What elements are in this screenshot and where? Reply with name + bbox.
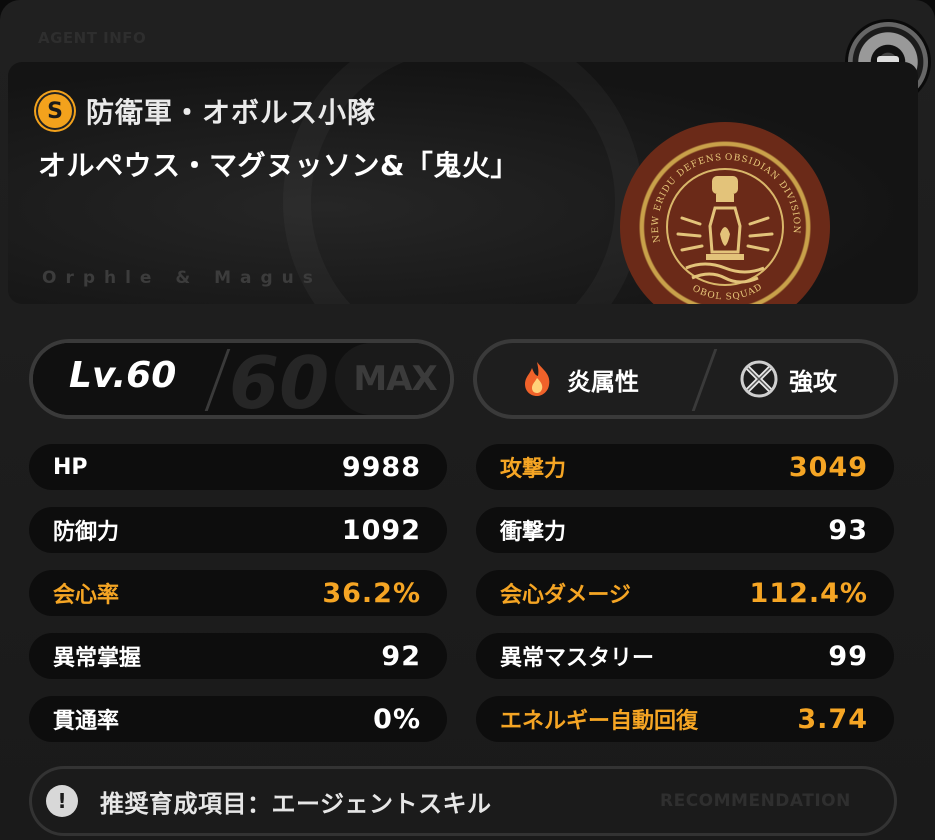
- specialty-label: 強攻: [789, 367, 837, 396]
- agent-info-panel: AGENT INFO S 防衛軍・オボルス小隊 オルペウス・マグヌッソン&「鬼火…: [0, 0, 935, 840]
- stat-name: 会心率: [53, 583, 120, 608]
- stat-value: 112.4%: [749, 577, 868, 609]
- stat-value: 0%: [373, 703, 421, 735]
- stat-name: 異常マスタリー: [500, 646, 655, 671]
- svg-text:NEW ERIDU DEFENSE FORCE: NEW ERIDU DEFENSE FORCE: [620, 122, 723, 243]
- stat-value: 93: [828, 514, 868, 546]
- stat-value: 36.2%: [322, 577, 421, 609]
- stat-value: 99: [828, 640, 868, 672]
- stat-row-pen-ratio: 貫通率 0%: [29, 696, 447, 742]
- agent-name: オルペウス・マグヌッソン&「鬼火」: [38, 149, 519, 182]
- stat-name: HP: [53, 454, 88, 480]
- stat-value: 92: [381, 640, 421, 672]
- recommendation-tag: RECOMMENDATION: [660, 791, 851, 811]
- rank-s-icon: S: [38, 94, 72, 128]
- stat-name: 防御力: [53, 520, 120, 545]
- emblem-text-left: NEW ERIDU DEFENSE FORCE: [620, 122, 722, 243]
- level-display: Lv.60 60 MAX: [29, 339, 454, 419]
- agent-info-card: S 防衛軍・オボルス小隊 オルペウス・マグヌッソン&「鬼火」 Orphle & …: [8, 62, 918, 304]
- svg-text:OBSIDIAN DIVISION: OBSIDIAN DIVISION: [725, 153, 801, 235]
- stat-name: 会心ダメージ: [500, 583, 631, 608]
- stat-row-crit-damage: 会心ダメージ 112.4%: [476, 570, 894, 616]
- faction-name: 防衛軍・オボルス小隊: [86, 96, 377, 129]
- recommendation-bar[interactable]: ! 推奨育成項目：エージェントスキル RECOMMENDATION: [29, 766, 897, 836]
- faction-emblem: NEW ERIDU DEFENSE FORCE OBSIDIAN DIVISIO…: [620, 122, 830, 304]
- stat-row-anomaly-proficiency: 異常掌握 92: [29, 633, 447, 679]
- attribute-divider: [691, 349, 718, 411]
- alert-icon: !: [46, 785, 78, 817]
- specialty-attribute: 強攻: [739, 343, 837, 415]
- stat-name: エネルギー自動回復: [500, 709, 699, 734]
- section-tag: AGENT INFO: [38, 29, 147, 47]
- stat-name: 貫通率: [53, 709, 120, 734]
- emblem-text-right: OBSIDIAN DIVISION: [725, 153, 800, 235]
- stat-name: 衝撃力: [500, 520, 567, 545]
- stat-row-attack: 攻撃力 3049: [476, 444, 894, 490]
- stat-name: 異常掌握: [53, 646, 142, 671]
- element-label: 炎属性: [567, 367, 639, 396]
- strike-icon: [739, 359, 779, 399]
- stat-value: 9988: [341, 451, 421, 483]
- element-attribute: 炎属性: [517, 343, 639, 415]
- stat-row-energy-regen: エネルギー自動回復 3.74: [476, 696, 894, 742]
- stat-value: 3049: [788, 451, 868, 483]
- agent-roman-name: Orphle & Magus: [42, 268, 322, 288]
- max-badge: MAX: [335, 343, 450, 415]
- stat-row-defense: 防御力 1092: [29, 507, 447, 553]
- fire-icon: [517, 359, 557, 399]
- stat-row-crit-rate: 会心率 36.2%: [29, 570, 447, 616]
- stat-row-impact: 衝撃力 93: [476, 507, 894, 553]
- stat-row-hp: HP 9988: [29, 444, 447, 490]
- attribute-display: 炎属性 強攻: [473, 339, 898, 419]
- stat-row-anomaly-mastery: 異常マスタリー 99: [476, 633, 894, 679]
- stat-name: 攻撃力: [500, 457, 567, 482]
- level-label: Lv.60: [69, 355, 177, 396]
- stat-value: 3.74: [797, 703, 868, 735]
- recommendation-text: 推奨育成項目：エージェントスキル: [100, 789, 492, 818]
- max-level-number: 60: [229, 343, 330, 415]
- stat-value: 1092: [341, 514, 421, 546]
- faction-row: S 防衛軍・オボルス小隊: [38, 91, 376, 131]
